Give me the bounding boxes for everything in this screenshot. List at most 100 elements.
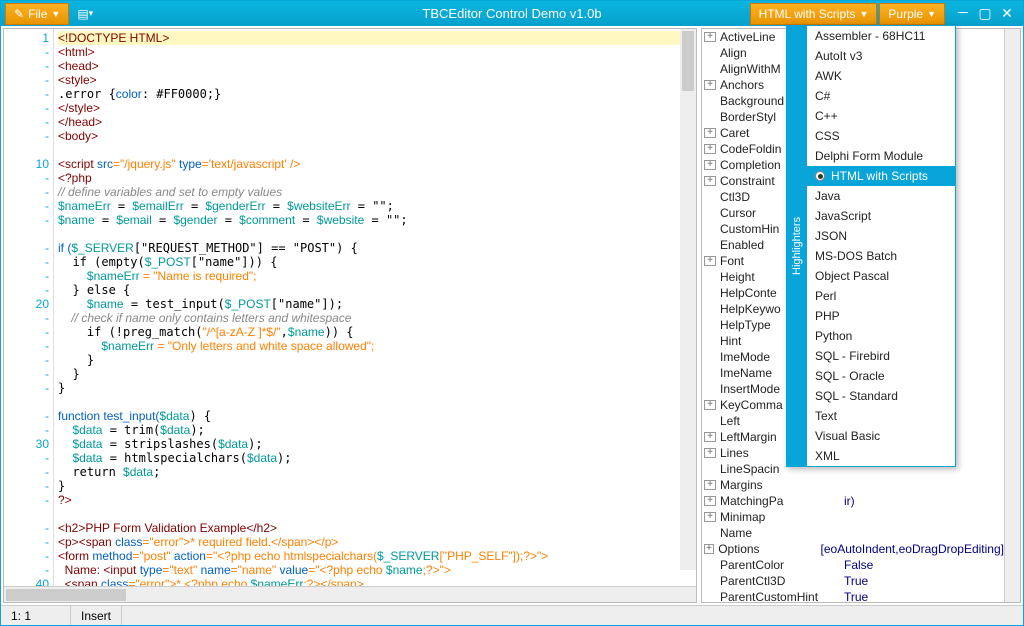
toolbar-options-button[interactable]: ▤▾ [73,5,97,23]
property-row[interactable]: +MatchingPair) [702,493,1004,509]
line-number: - [4,283,51,297]
property-row[interactable]: Name [702,525,1004,541]
expand-icon[interactable]: + [704,448,716,458]
expand-icon[interactable]: + [704,496,716,506]
dropdown-item[interactable]: XML [807,446,955,466]
line-number: - [4,73,51,87]
maximize-button[interactable]: ▢ [975,6,995,22]
property-row[interactable]: +Options[eoAutoIndent,eoDragDropEditing] [702,541,1004,557]
chevron-down-icon: ▼ [927,9,936,19]
property-scrollbar[interactable] [1004,29,1020,602]
horizontal-scrollbar[interactable] [4,586,696,602]
property-value[interactable]: ir) [840,494,1004,508]
status-insert-mode: Insert [71,606,122,625]
expand-icon[interactable]: + [704,432,716,442]
line-number: 40 [4,577,51,586]
expand-icon[interactable]: + [704,480,716,490]
dropdown-item-label: AWK [815,69,842,83]
dropdown-item[interactable]: AWK [807,66,955,86]
expand-icon[interactable]: + [704,80,716,90]
file-label: File [28,7,47,21]
dropdown-item[interactable]: CSS [807,126,955,146]
expand-icon[interactable]: + [704,256,716,266]
property-row[interactable]: +Margins [702,477,1004,493]
theme-dropdown-button[interactable]: Purple▼ [879,3,945,25]
property-row[interactable]: +Minimap [702,509,1004,525]
expand-icon[interactable]: + [704,128,716,138]
dropdown-item[interactable]: Perl [807,286,955,306]
file-menu-button[interactable]: ✎File▼ [5,3,69,25]
dropdown-item[interactable]: C++ [807,106,955,126]
property-row[interactable]: ParentCtl3DTrue [702,573,1004,589]
dropdown-item[interactable]: Text [807,406,955,426]
line-number [4,143,51,157]
dropdown-tab-label[interactable]: Highlighters [787,26,807,466]
line-number: - [4,129,51,143]
radio-icon [815,171,825,181]
dropdown-item[interactable]: PHP [807,306,955,326]
line-number: 30 [4,437,51,451]
dropdown-item[interactable]: SQL - Oracle [807,366,955,386]
highlighter-dropdown-button[interactable]: HTML with Scripts▼ [750,3,878,25]
dropdown-item-label: Visual Basic [815,429,880,443]
dropdown-item-label: PHP [815,309,840,323]
expand-icon[interactable]: + [704,544,714,554]
dropdown-item[interactable]: SQL - Firebird [807,346,955,366]
scroll-thumb[interactable] [682,31,694,91]
expand-icon[interactable]: + [704,176,716,186]
close-button[interactable]: ✕ [997,6,1017,22]
property-name: Margins [718,478,840,492]
expand-icon[interactable]: + [704,400,716,410]
line-number: - [4,353,51,367]
property-value[interactable]: True [840,590,1004,602]
dropdown-item[interactable]: C# [807,86,955,106]
dropdown-item[interactable]: Java [807,186,955,206]
window-title: TBCEditor Control Demo v1.0b [422,6,601,21]
dropdown-item[interactable]: AutoIt v3 [807,46,955,66]
property-name: Options [716,542,816,556]
dropdown-item[interactable]: Visual Basic [807,426,955,446]
dropdown-item[interactable]: MS-DOS Batch [807,246,955,266]
line-number [4,227,51,241]
expand-icon[interactable]: + [704,32,716,42]
line-number: - [4,311,51,325]
dropdown-item[interactable]: JavaScript [807,206,955,226]
dropdown-item-label: C++ [815,109,838,123]
dropdown-item-label: C# [815,89,830,103]
expand-icon[interactable]: + [704,144,716,154]
line-number: - [4,381,51,395]
property-row[interactable]: ParentColorFalse [702,557,1004,573]
property-row[interactable]: ParentCustomHintTrue [702,589,1004,602]
property-value[interactable]: True [840,574,1004,588]
property-value[interactable]: False [840,558,1004,572]
dropdown-item[interactable]: Assembler - 68HC11 [807,26,955,46]
dropdown-item[interactable]: Delphi Form Module [807,146,955,166]
dropdown-item[interactable]: SQL - Standard [807,386,955,406]
chevron-down-icon: ▼ [859,9,868,19]
line-number: - [4,465,51,479]
dropdown-item-label: MS-DOS Batch [815,249,897,263]
expand-icon[interactable]: + [704,160,716,170]
minimize-button[interactable]: － [953,6,973,22]
dropdown-item-label: CSS [815,129,840,143]
scroll-thumb[interactable] [6,589,126,601]
gutter[interactable]: 1-------10--------20--------30--------40… [4,29,54,586]
line-number: - [4,101,51,115]
vertical-scrollbar[interactable] [680,29,696,570]
line-number: 20 [4,297,51,311]
property-name: Minimap [718,510,840,524]
dropdown-item-label: Object Pascal [815,269,889,283]
dropdown-item[interactable]: JSON [807,226,955,246]
dropdown-item[interactable]: Python [807,326,955,346]
editor[interactable]: 1-------10--------20--------30--------40… [4,29,696,586]
line-number: 1 [4,31,51,45]
property-value[interactable]: [eoAutoIndent,eoDragDropEditing] [817,542,1004,556]
line-number: - [4,171,51,185]
expand-icon[interactable]: + [704,512,716,522]
dropdown-item[interactable]: HTML with Scripts [807,166,955,186]
dropdown-item-label: Java [815,189,840,203]
code-area[interactable]: <!DOCTYPE HTML> <html> <head> <style> .e… [54,29,696,586]
dropdown-item-label: Perl [815,289,836,303]
dropdown-item[interactable]: Object Pascal [807,266,955,286]
app-window: ✎File▼ ▤▾ TBCEditor Control Demo v1.0b H… [0,0,1024,626]
